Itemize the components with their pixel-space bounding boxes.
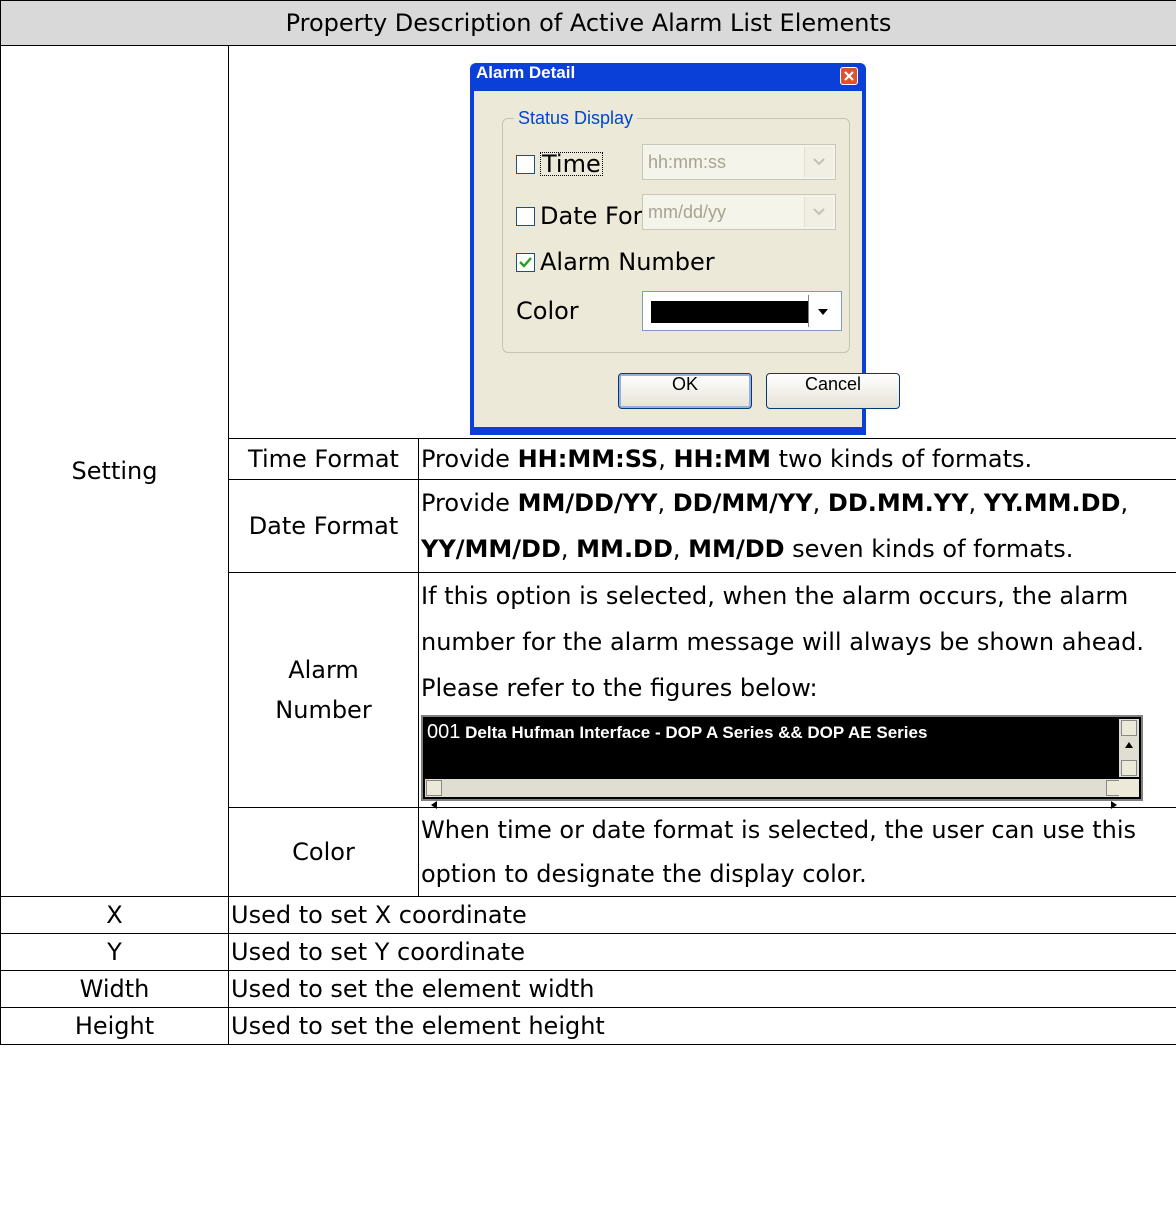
scroll-down-icon[interactable]	[1121, 760, 1137, 788]
chevron-down-icon	[804, 147, 833, 177]
chevron-down-icon	[804, 197, 833, 227]
dialog-cell: Alarm Detail Status Display Time hh:mm:s…	[227, 45, 1176, 439]
time-format-desc: Provide HH:MM:SS, HH:MM two kinds of for…	[417, 438, 1176, 480]
setting-label: Setting	[0, 45, 229, 897]
date-format-select[interactable]: mm/dd/yy	[642, 194, 836, 230]
property-table: Property Description of Active Alarm Lis…	[0, 0, 1176, 1045]
scroll-up-icon[interactable]	[1121, 720, 1137, 748]
width-desc: Used to set the element width	[227, 970, 1176, 1008]
dialog-title-bar: Alarm Detail	[474, 63, 862, 91]
ok-button[interactable]: OK	[618, 373, 752, 409]
color-desc: When time or date format is selected, th…	[417, 807, 1176, 897]
x-desc: Used to set X coordinate	[227, 896, 1176, 934]
scrollbar-corner	[1119, 779, 1139, 797]
date-format-name: Date Format	[228, 479, 419, 573]
horizontal-scrollbar[interactable]	[425, 779, 1123, 809]
time-row: Time	[516, 151, 603, 177]
status-display-label: Status Display	[514, 108, 638, 128]
alarm-preview-text: 001 Delta Hufman Interface - DOP A Serie…	[427, 721, 927, 744]
time-format-name: Time Format	[228, 438, 419, 480]
date-format-value: mm/dd/yy	[648, 202, 727, 222]
color-name: Color	[228, 807, 419, 897]
dropdown-arrow-icon[interactable]	[808, 295, 837, 327]
color-row: Color	[516, 298, 579, 324]
alarm-number-label: Alarm Number	[540, 248, 715, 276]
dialog-title: Alarm Detail	[476, 63, 576, 82]
alarm-number-value: 001	[427, 721, 461, 743]
cancel-button[interactable]: Cancel	[766, 373, 900, 409]
time-format-select[interactable]: hh:mm:ss	[642, 144, 836, 180]
time-checkbox[interactable]	[516, 154, 535, 174]
check-icon	[519, 256, 532, 268]
alarm-number-desc: If this option is selected, when the ala…	[417, 572, 1176, 809]
width-name: Width	[0, 970, 229, 1008]
y-name: Y	[0, 933, 229, 971]
alarm-preview: 001 Delta Hufman Interface - DOP A Serie…	[421, 715, 1143, 809]
table-header: Property Description of Active Alarm Lis…	[0, 0, 1176, 46]
color-picker[interactable]	[642, 291, 842, 331]
y-desc: Used to set Y coordinate	[227, 933, 1176, 971]
date-format-desc: Provide MM/DD/YY, DD/MM/YY, DD.MM.YY, YY…	[417, 479, 1176, 573]
time-label: Time	[540, 150, 603, 178]
x-name: X	[0, 896, 229, 934]
scroll-left-icon[interactable]	[426, 780, 442, 809]
close-icon[interactable]	[840, 67, 858, 85]
vertical-scrollbar[interactable]	[1119, 719, 1139, 788]
height-desc: Used to set the element height	[227, 1007, 1176, 1045]
color-swatch	[651, 301, 809, 323]
alarm-number-row: Alarm Number	[516, 249, 715, 275]
alarm-number-checkbox[interactable]	[516, 252, 535, 272]
alarm-message: Delta Hufman Interface - DOP A Series &&…	[465, 723, 928, 742]
color-label: Color	[516, 297, 579, 325]
date-format-checkbox[interactable]	[516, 206, 535, 226]
height-name: Height	[0, 1007, 229, 1045]
alarm-number-name: Alarm Number	[228, 572, 419, 808]
time-format-value: hh:mm:ss	[648, 152, 727, 172]
